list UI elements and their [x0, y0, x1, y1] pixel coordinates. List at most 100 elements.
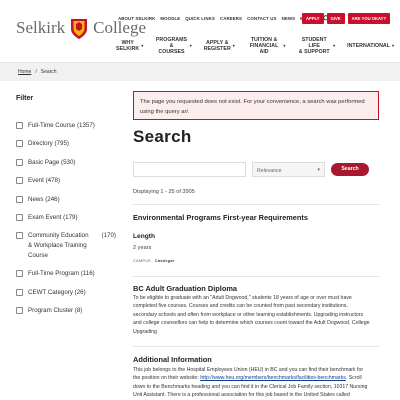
checkbox[interactable]	[16, 307, 23, 315]
nav-programs-courses[interactable]: PROGRAMS & COURSES ▾	[149, 37, 197, 55]
nav-label: COURSES	[158, 49, 185, 55]
filter-label: Program Cluster	[28, 307, 74, 315]
divider	[133, 346, 379, 347]
checkbox[interactable]	[16, 213, 23, 221]
page-title: Search	[133, 127, 192, 146]
checkbox[interactable]	[16, 270, 23, 278]
filter-label: Full-Time Course	[28, 122, 76, 129]
nav-tuition-financial-aid[interactable]: TUITION & FINANCIAL AID ▾	[241, 37, 292, 55]
checkbox[interactable]	[16, 122, 23, 129]
filter-basic-page[interactable]: Basic Page (530)	[16, 158, 116, 168]
filter-exam-event[interactable]: Exam Event (179)	[16, 213, 116, 223]
filter-count: (116)	[80, 270, 95, 278]
chevron-down-icon: ▾	[391, 43, 394, 48]
chevron-down-icon: ▾	[333, 43, 336, 48]
filter-cewt-category[interactable]: CEWT Category (26)	[16, 288, 116, 298]
checkbox[interactable]	[16, 177, 23, 185]
result-tag: CAMPUS Castlegar	[133, 258, 174, 263]
nav-apply-register[interactable]: APPLY & REGISTER ▾	[198, 40, 241, 52]
nav-student-life-support[interactable]: STUDENT LIFE & SUPPORT ▾	[291, 37, 341, 55]
apply-button[interactable]: APPLY	[302, 13, 324, 24]
filter-label: Event	[28, 177, 44, 185]
site-header: Selkirk College ABOUT SELKIRK MOODLE QUI…	[0, 0, 400, 62]
desc-line: To be eligible to graduate with an "Adul…	[133, 295, 352, 301]
give-button[interactable]: GIVE	[326, 13, 345, 24]
filter-community-education[interactable]: Community Education (170) & Workplace Tra…	[16, 231, 116, 260]
filter-directory[interactable]: Directory (795)	[16, 139, 116, 149]
filter-news[interactable]: News (246)	[16, 195, 116, 205]
result-meta: 2 years	[133, 245, 152, 251]
breadcrumb: Home / Search	[18, 69, 57, 75]
chevron-down-icon: ▾	[317, 167, 320, 173]
chevron-down-icon: ▾	[141, 43, 144, 48]
result-title-link[interactable]: BC Adult Graduation Diploma	[133, 284, 237, 293]
nav-label: INTERNATIONAL	[347, 43, 390, 49]
desc-text: . Scroll	[345, 375, 362, 382]
desc-line: This job belongs to the Hospital Employe…	[133, 367, 364, 373]
desc-line: Unit Assistant. There is a professional …	[133, 392, 350, 399]
filter-count: (530)	[61, 158, 76, 166]
filter-event[interactable]: Event (478)	[16, 176, 116, 186]
filter-label: CEWT Category	[28, 288, 73, 296]
util-link-quick-links[interactable]: QUICK LINKS	[185, 16, 215, 21]
search-input[interactable]	[133, 162, 246, 177]
result-description: This job belongs to the Hospital Employe…	[133, 366, 381, 400]
util-link-moodle[interactable]: MOODLE	[160, 16, 180, 21]
checkbox[interactable]	[16, 195, 23, 203]
nav-label: SELKIRK	[116, 46, 140, 52]
result-title-link[interactable]: Environmental Programs First-year Requir…	[133, 213, 308, 222]
filter-count: (179)	[63, 213, 78, 221]
sort-select[interactable]: Relevance ▾	[252, 162, 325, 177]
benchmark-link[interactable]: http://www.heu.org/members/benchmarks/fa…	[200, 375, 346, 381]
desc-line: completed five courses. Courses and cred…	[133, 303, 348, 310]
tag-label: CAMPUS	[133, 258, 151, 263]
checkbox[interactable]	[16, 140, 23, 148]
desc-line: and college counsellors can help to dete…	[133, 320, 370, 327]
nav-label: REGISTER	[203, 46, 231, 52]
divider	[133, 276, 379, 277]
cta-group: APPLY GIVE ARE YOU OKAY?	[302, 13, 391, 24]
alert-end: .	[187, 109, 190, 115]
nav-label: & SUPPORT	[298, 49, 330, 55]
breadcrumb-band: Home / Search	[0, 63, 400, 81]
desc-line: the position on their website: http://ww…	[133, 374, 381, 382]
chevron-down-icon: ▾	[232, 43, 235, 48]
desc-line: Upgrading	[133, 328, 157, 335]
filter-full-time-course[interactable]: Full-Time Course (1357)	[16, 121, 116, 131]
util-link-contact[interactable]: CONTACT US	[247, 16, 276, 21]
filter-count: (478)	[45, 177, 61, 185]
util-link-careers[interactable]: CAREERS	[220, 16, 242, 21]
filter-full-time-program[interactable]: Full-Time Program (116)	[16, 269, 116, 279]
filter-program-cluster[interactable]: Program Cluster (8)	[16, 306, 116, 316]
desc-line: secondary schools and often from workpla…	[133, 311, 364, 318]
chevron-down-icon: ▾	[189, 43, 192, 48]
filter-list: Full-Time Course (1357) Directory (795) …	[16, 121, 116, 325]
breadcrumb-home-link[interactable]: Home	[18, 69, 31, 75]
checkbox[interactable]	[16, 158, 23, 166]
filter-label: News	[28, 195, 44, 203]
desc-line: down to the Benchmarks heading and you c…	[133, 383, 368, 390]
checkbox[interactable]	[16, 232, 23, 240]
nav-international[interactable]: INTERNATIONAL ▾	[341, 43, 400, 49]
logo-text-left: Selkirk	[16, 18, 66, 37]
nav-label: STUDENT LIFE	[301, 37, 327, 49]
filter-label: Course	[28, 251, 48, 259]
checkbox[interactable]	[16, 288, 23, 296]
filter-heading: Filter	[16, 95, 34, 102]
nav-why-selkirk[interactable]: WHY SELKIRK ▾	[110, 40, 149, 52]
utility-nav: ABOUT SELKIRK MOODLE QUICK LINKS CAREERS…	[118, 15, 331, 22]
chevron-down-icon: ▾	[283, 43, 286, 48]
are-you-okay-button[interactable]: ARE YOU OKAY?	[347, 13, 391, 24]
filter-count: (170)	[101, 232, 116, 240]
filter-count: (26)	[74, 288, 86, 296]
filter-count: (795)	[54, 140, 69, 148]
search-button[interactable]: Search	[331, 163, 369, 176]
breadcrumb-current: Search	[40, 69, 57, 75]
filter-label: Directory	[28, 140, 53, 148]
result-subheading: Length	[133, 233, 155, 240]
filter-label: Full-Time Program	[28, 270, 79, 278]
util-link-about[interactable]: ABOUT SELKIRK	[118, 16, 155, 21]
result-title-link[interactable]: Additional Information	[133, 355, 212, 364]
filter-count: (246)	[45, 195, 60, 203]
util-link-news[interactable]: NEWS	[282, 16, 296, 21]
